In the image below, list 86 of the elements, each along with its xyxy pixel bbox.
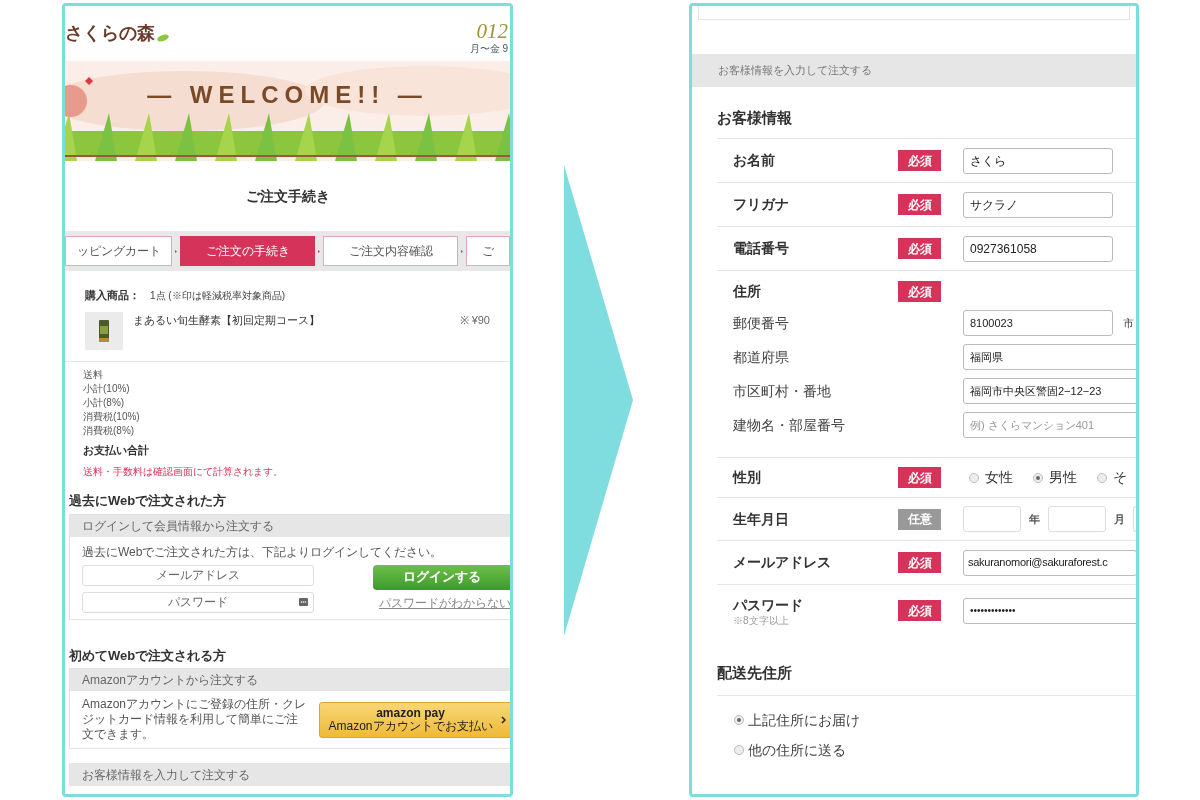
text-field[interactable]: sakuranomori@sakuraforest.c (963, 549, 1136, 576)
required-badge: 必須 (898, 150, 941, 171)
panel-header: Amazonアカウントから注文する (70, 669, 510, 691)
chevron-icon (501, 715, 506, 724)
field-label: 生年月日 (733, 509, 790, 529)
field-label: パスワード (733, 596, 804, 615)
site-logo[interactable]: さくらの森 (65, 24, 155, 42)
section-bar: お客様情報を入力して注文する (692, 54, 1136, 87)
radio-button[interactable] (1097, 472, 1107, 483)
radio-label: 男性 (1049, 468, 1077, 487)
text-field[interactable]: 福岡市中央区警固2−12−23 (963, 378, 1136, 404)
step-arrow-icon (318, 247, 320, 255)
date-unit: 年 (1029, 511, 1040, 527)
email-field[interactable]: メールアドレス (82, 564, 314, 586)
shipping-note: 送料・手数料は確認画面にて計算されます。 (83, 465, 284, 479)
optional-badge: 任意 (898, 508, 941, 530)
field-label: メールアドレス (733, 553, 832, 572)
step-arrow-icon (461, 247, 463, 255)
leaf-icon (157, 34, 169, 42)
text-field[interactable]: さくら (963, 147, 1113, 174)
field-label: フリガナ (733, 195, 790, 214)
radio-label: 女性 (985, 468, 1013, 487)
purchase-label: 購入商品： (85, 288, 140, 303)
radio-label: そ (1113, 468, 1127, 487)
arrow-icon (563, 164, 633, 636)
text-field[interactable]: サクラノ (963, 191, 1113, 218)
date-unit: 月 (1114, 511, 1125, 527)
radio-button[interactable] (1033, 472, 1043, 483)
amazon-pay-button[interactable]: amazon pay Amazonアカウントでお支払い (319, 701, 510, 738)
section-heading: 過去にWebで注文された方 (69, 492, 228, 510)
business-hours: 月〜金 9 (469, 44, 508, 54)
radio-label: 他の住所に送る (748, 740, 846, 760)
item-count: 1点 (※印は軽減税率対象商品) (150, 289, 285, 303)
panel-header: ログインして会員情報から注文する (70, 514, 510, 537)
radio-button[interactable] (734, 745, 744, 755)
field-suffix: 市 (1123, 315, 1134, 331)
section-heading: 配送先住所 (716, 663, 793, 683)
step-arrow-icon (175, 247, 177, 255)
required-badge: 必須 (898, 281, 941, 302)
required-badge: 必須 (898, 552, 941, 573)
date-field[interactable] (963, 506, 1021, 532)
page-title: ご注文手続き (245, 186, 330, 206)
step-tab[interactable]: ッピングカート (65, 236, 172, 266)
summary-label: 小計(10%) (83, 381, 131, 396)
pouch-icon (99, 319, 109, 342)
product-price: ※ ¥90 (459, 312, 490, 328)
banner-title: — WELCOME!! — (147, 80, 428, 110)
radio-button[interactable] (969, 472, 979, 483)
required-badge: 必須 (898, 600, 941, 621)
panel-header: お客様情報を入力して注文する (70, 764, 510, 786)
key-icon (299, 597, 308, 606)
required-badge: 必須 (898, 467, 941, 488)
radio-label: 上記住所にお届け (748, 710, 860, 730)
summary-label: 送料 (83, 367, 104, 382)
forgot-password-link[interactable]: パスワードがわからない (379, 593, 510, 612)
summary-label: 消費税(8%) (83, 423, 136, 438)
total-label: お支払い合計 (83, 442, 150, 458)
phone-number: 012 (476, 21, 508, 42)
field-label: お名前 (733, 151, 776, 170)
required-badge: 必須 (898, 238, 941, 259)
section-heading: お客様情報 (716, 108, 793, 128)
required-badge: 必須 (898, 194, 941, 215)
step-tab[interactable]: ご注文内容確認 (323, 236, 458, 266)
field-label: 都道府県 (733, 347, 790, 367)
step-tab[interactable]: ご (466, 236, 510, 266)
field-label: 性別 (733, 468, 762, 487)
amazon-description: Amazonアカウントにご登録の住所・クレジットカード情報を利用して簡単にご注文できます。 (82, 697, 308, 742)
product-name: まあるい旬生酵素【初回定期コース】 (133, 312, 321, 328)
password-field[interactable]: ••••••••••••• (963, 597, 1136, 624)
text-field[interactable]: 8100023 (963, 310, 1113, 336)
text-field[interactable]: 福岡県 (963, 344, 1136, 370)
step-tab[interactable]: ご注文の手続き (180, 236, 315, 266)
section-heading: 初めてWebで注文される方 (69, 646, 228, 665)
text-field[interactable]: 0927361058 (963, 235, 1113, 262)
field-label: 郵便番号 (733, 313, 790, 333)
field-hint: ※8文字以上 (733, 616, 790, 626)
summary-label: 小計(8%) (83, 395, 126, 410)
radio-button[interactable] (734, 715, 744, 725)
date-field[interactable] (1048, 506, 1106, 532)
field-label: 建物名・部屋番号 (733, 415, 846, 435)
field-label: 電話番号 (733, 239, 790, 258)
field-label: 市区町村・番地 (733, 381, 832, 401)
password-field[interactable]: パスワード (82, 591, 314, 613)
field-label: 住所 (733, 282, 762, 301)
login-instructions: 過去にWebでご注文された方は、下記よりログインしてください。 (82, 543, 444, 561)
summary-label: 消費税(10%) (83, 409, 141, 424)
